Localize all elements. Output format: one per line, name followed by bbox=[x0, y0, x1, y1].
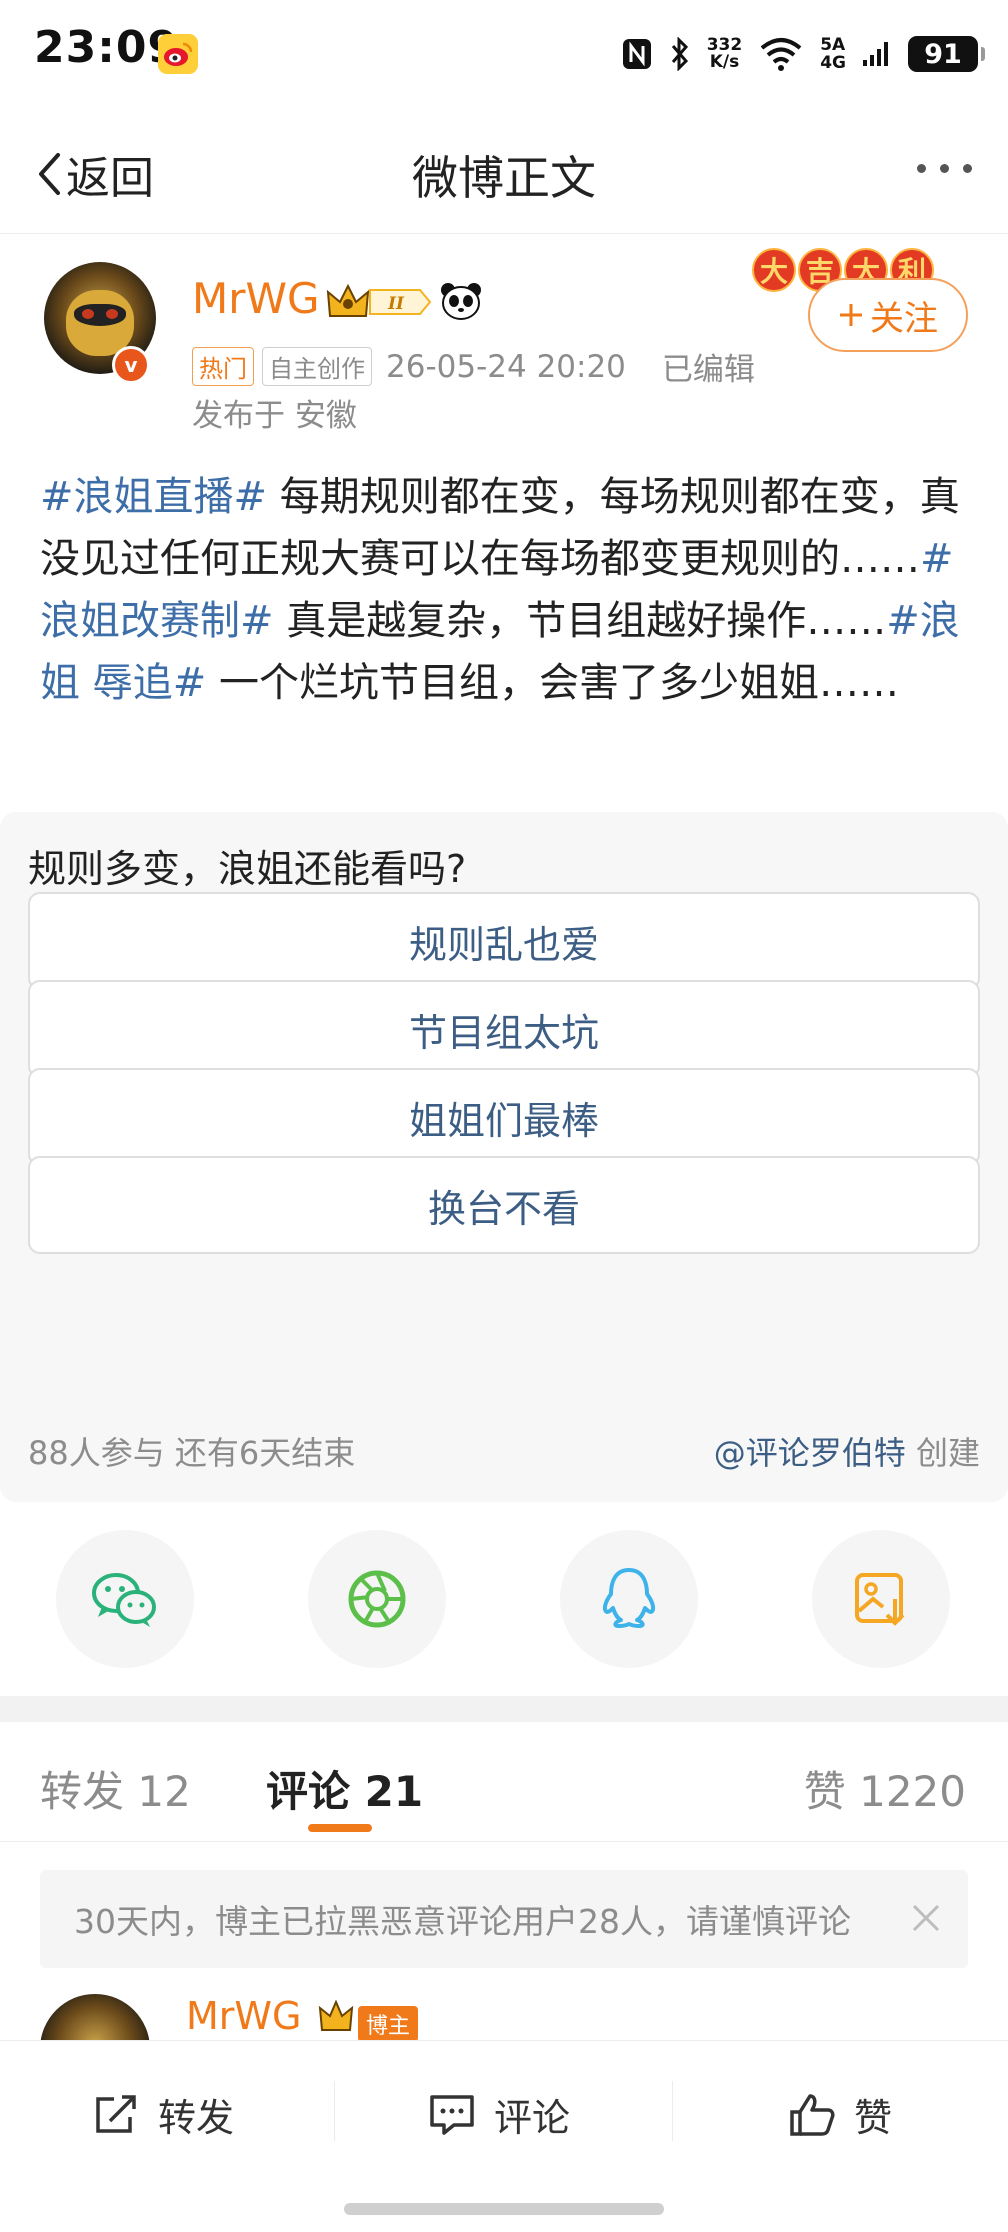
close-icon[interactable] bbox=[908, 1900, 944, 1936]
tab-repost[interactable]: 转发 12 bbox=[40, 1758, 191, 1819]
poll-creator-link[interactable]: @评论罗伯特 bbox=[714, 1434, 906, 1472]
crown-level-icon: II bbox=[326, 282, 434, 326]
page-title: 微博正文 bbox=[412, 151, 596, 205]
comment-label: 评论 bbox=[494, 2096, 571, 2140]
crown-icon bbox=[318, 1999, 354, 2038]
notice-text: 30天内，博主已拉黑恶意评论用户28人，请谨慎评论 bbox=[74, 1902, 851, 1941]
wechat-share-button[interactable] bbox=[56, 1530, 194, 1668]
thumbs-up-icon bbox=[790, 2093, 835, 2136]
moments-share-button[interactable] bbox=[308, 1530, 446, 1668]
nav-bar: 返回 微博正文 bbox=[0, 104, 1008, 234]
post-text-segment: 真是越复杂，节目组越好操作…… bbox=[273, 598, 887, 644]
follow-button[interactable]: 关注 bbox=[808, 278, 968, 352]
comment-username[interactable]: MrWG bbox=[186, 1994, 301, 2038]
repost-button[interactable]: 转发 bbox=[92, 2087, 234, 2142]
poll-question: 规则多变，浪姐还能看吗? bbox=[28, 847, 467, 891]
edited-label[interactable]: 已编辑 bbox=[662, 344, 755, 389]
verified-badge: v bbox=[112, 346, 150, 384]
network-speed: 332 K/s bbox=[707, 37, 743, 71]
status-bar: 23:09 332 K/s 5A 4G 91 bbox=[0, 0, 1008, 104]
poll-stats: 88人参与 还有6天结束 bbox=[28, 1428, 355, 1474]
signal-icon bbox=[862, 39, 892, 69]
level-text: II bbox=[387, 294, 405, 314]
qq-icon bbox=[602, 1568, 656, 1628]
repost-icon bbox=[96, 2094, 136, 2133]
battery-indicator: 91 bbox=[908, 36, 985, 72]
bottom-separator bbox=[672, 2081, 673, 2141]
original-tag[interactable]: 自主创作 bbox=[262, 347, 372, 386]
comment-icon bbox=[430, 2094, 474, 2135]
bottom-action-bar: 转发 评论 赞 bbox=[0, 2040, 1008, 2232]
poll-creator-suffix: 创建 bbox=[915, 1434, 980, 1472]
poll-creator-line: @评论罗伯特 创建 bbox=[714, 1428, 980, 1474]
network-top: 5A bbox=[820, 35, 846, 55]
hot-tag[interactable]: 热门 bbox=[192, 347, 254, 386]
more-options-icon[interactable] bbox=[917, 164, 972, 173]
post-text-segment: 一个烂坑节目组，会害了多少姐姐…… bbox=[206, 660, 899, 706]
nfc-icon bbox=[621, 37, 653, 71]
speed-unit: K/s bbox=[709, 52, 740, 72]
cellular-label: 5A 4G bbox=[820, 36, 846, 72]
wechat-icon bbox=[92, 1573, 156, 1627]
plus-icon bbox=[840, 304, 862, 326]
save-image-button[interactable] bbox=[812, 1530, 950, 1668]
author-header: v MrWG II 大 吉 大 利 关注 热门 自主创作 26-05-24 20… bbox=[0, 234, 1008, 434]
username[interactable]: MrWG bbox=[192, 274, 320, 323]
festive-char: 大 bbox=[752, 248, 796, 292]
like-label: 赞 bbox=[854, 2096, 893, 2140]
moments-icon bbox=[348, 1570, 406, 1628]
bottom-separator bbox=[334, 2081, 335, 2141]
tab-like[interactable]: 赞 1220 bbox=[804, 1758, 966, 1819]
comment-notice: 30天内，博主已拉黑恶意评论用户28人，请谨慎评论 bbox=[40, 1870, 968, 1968]
share-row bbox=[0, 1530, 1008, 1670]
wifi-icon bbox=[758, 36, 804, 72]
poll-option[interactable]: 换台不看 bbox=[28, 1156, 980, 1254]
active-tab-indicator bbox=[308, 1824, 372, 1832]
poll-participants: 88人参与 bbox=[28, 1434, 165, 1472]
poll-card: 规则多变，浪姐还能看吗? 规则乱也爱 节目组太坑 姐姐们最棒 换台不看 88人参… bbox=[0, 812, 1008, 1502]
section-divider bbox=[0, 1696, 1008, 1722]
panda-icon bbox=[440, 282, 482, 324]
post-location: 发布于 安徽 bbox=[192, 398, 357, 434]
post-meta: 热门 自主创作 26-05-24 20:20 已编辑 bbox=[192, 344, 755, 389]
poll-footer: 88人参与 还有6天结束 @评论罗伯特 创建 bbox=[28, 1428, 980, 1474]
post-body: #浪姐直播# 每期规则都在变，每场规则都在变，真没见过任何正规大赛可以在每场都变… bbox=[40, 466, 970, 714]
hashtag-link[interactable]: #浪姐直播# bbox=[40, 474, 267, 520]
like-button[interactable]: 赞 bbox=[788, 2087, 892, 2142]
network-bottom: 4G bbox=[820, 53, 846, 73]
repost-label: 转发 bbox=[158, 2096, 235, 2140]
bluetooth-icon bbox=[669, 37, 691, 71]
qq-share-button[interactable] bbox=[560, 1530, 698, 1668]
comment-button[interactable]: 评论 bbox=[428, 2087, 570, 2142]
save-image-icon bbox=[855, 1573, 905, 1626]
home-indicator[interactable] bbox=[344, 2203, 664, 2215]
poll-option[interactable]: 规则乱也爱 bbox=[28, 892, 980, 990]
poll-remaining: 还有6天结束 bbox=[174, 1434, 356, 1472]
engagement-tabs: 转发 12 评论 21 赞 1220 bbox=[0, 1722, 1008, 1842]
poll-option[interactable]: 节目组太坑 bbox=[28, 980, 980, 1078]
weibo-notification-icon bbox=[158, 34, 198, 74]
poll-option[interactable]: 姐姐们最棒 bbox=[28, 1068, 980, 1166]
blogger-tag: 博主 bbox=[358, 2006, 419, 2042]
follow-label: 关注 bbox=[870, 298, 938, 339]
tab-comment[interactable]: 评论 21 bbox=[266, 1758, 423, 1819]
post-time: 26-05-24 20:20 bbox=[386, 348, 626, 385]
